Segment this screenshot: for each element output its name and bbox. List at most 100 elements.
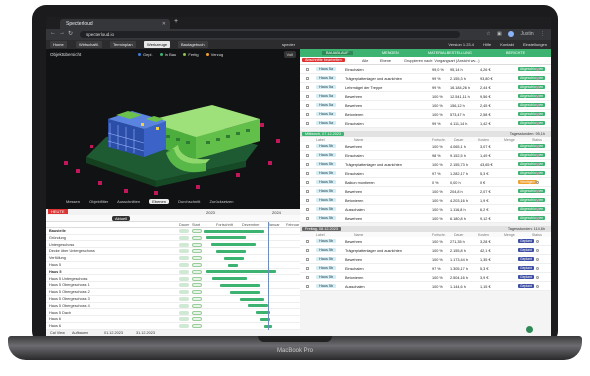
table-row[interactable]: Haus 5a Bewehren 100 % 156,12 h 2,45 € Abgesc… — [300, 101, 551, 110]
section-tool[interactable]: Durchschnitt — [178, 199, 200, 204]
status-badge[interactable]: Abgeschlossen — [518, 121, 545, 125]
gantt-row[interactable]: Haus 6 — [46, 316, 300, 323]
row-checkbox[interactable] — [306, 181, 309, 184]
url-input[interactable]: specterloud.io — [80, 31, 460, 38]
table-row[interactable]: Haus 5b Bewehren 100 % 1.173,44 h 1,35 € Gepl… — [300, 255, 551, 264]
status-badge[interactable]: Abgeschlossen — [518, 198, 545, 202]
close-icon[interactable]: ✕ — [162, 21, 166, 27]
table-row[interactable]: Haus 5a Trägerplattenlager und ausrichten… — [300, 74, 551, 83]
row-radio[interactable] — [536, 217, 539, 220]
today-button[interactable]: HEUTE — [48, 209, 68, 214]
table-row[interactable]: Haus 5b Betonieren 100 % 2.504,16 h 3,9 € Gep… — [300, 273, 551, 282]
reset-tool[interactable]: Zurücksetzen — [209, 199, 233, 204]
table-row[interactable]: Haus 5b Einschalen 98 % 9.152,5 h 1,49 € Abge… — [300, 151, 551, 160]
row-checkbox[interactable] — [306, 258, 309, 261]
status-badge[interactable]: Abgeschlossen — [518, 216, 545, 220]
row-radio[interactable] — [536, 172, 539, 175]
tab-materialbestellung[interactable]: MATERIALBESTELLUNG — [428, 51, 472, 55]
status-badge[interactable]: Geplant — [518, 266, 534, 270]
current-filter-button[interactable]: Aktuell — [112, 216, 131, 221]
table-row[interactable]: Haus 5a Einschalen 99,0 % 95,14 h 4,26 € Abge… — [300, 65, 551, 74]
gantt-row[interactable]: Haus 5 Obergeschoss 2 — [46, 289, 300, 296]
row-checkbox[interactable] — [306, 86, 309, 89]
menu-icon[interactable]: ⋮ — [540, 31, 545, 37]
table-row[interactable]: Haus 5b Bewehren 100 % 204,8 h 2,07 € Abgesch… — [300, 187, 551, 196]
row-checkbox[interactable] — [306, 240, 309, 243]
gantt-row[interactable]: Decke über Untergeschoss — [46, 248, 300, 255]
filter-level[interactable]: Ebene — [380, 59, 391, 63]
row-radio[interactable] — [536, 190, 539, 193]
gantt-row[interactable]: Haus 6 — [46, 323, 300, 330]
gantt-row[interactable]: Haus 5 — [46, 269, 300, 276]
table-row[interactable]: Haus 5b Einschalen 97 % 1.282,17 h 5,3 € Abge… — [300, 169, 551, 178]
new-tab-icon[interactable]: + — [174, 18, 178, 25]
status-badge[interactable]: Abgeschlossen — [518, 94, 545, 98]
row-radio[interactable] — [536, 208, 539, 211]
row-checkbox[interactable] — [306, 104, 309, 107]
row-checkbox[interactable] — [306, 172, 309, 175]
row-checkbox[interactable] — [306, 163, 309, 166]
gantt-row[interactable]: Gründung — [46, 235, 300, 242]
gantt-row[interactable]: Haus 5 Untergeschoss — [46, 276, 300, 283]
row-radio[interactable] — [536, 285, 539, 288]
table-row[interactable]: Haus 5b Einschalen 97 % 1.305,17 h 5,3 € Gepl… — [300, 264, 551, 273]
gantt-bar[interactable] — [206, 236, 246, 240]
gantt-bar[interactable] — [216, 249, 246, 253]
gantt-bar[interactable] — [228, 263, 238, 267]
measure-tool[interactable]: Messen — [66, 199, 80, 204]
row-radio[interactable] — [536, 276, 539, 279]
avatar[interactable] — [508, 31, 515, 37]
row-checkbox[interactable] — [306, 267, 309, 270]
gantt-bar[interactable] — [211, 243, 256, 247]
gantt-bar[interactable] — [220, 283, 260, 287]
status-badge[interactable]: Verzögert — [518, 180, 537, 184]
toolbar-button-terminplan[interactable]: Terminplan — [110, 41, 136, 48]
status-badge[interactable]: Abgeschlossen — [518, 67, 545, 71]
table-row[interactable]: Haus 5b Ausschalen 100 % 1.116,8 h 6,2 € Abge… — [300, 205, 551, 214]
toolbar-button-bautagebuch[interactable]: Bautagebuch — [178, 41, 208, 48]
status-badge[interactable]: Geplant — [518, 275, 534, 279]
reload-icon[interactable]: ↻ — [68, 30, 73, 37]
gantt-row[interactable]: Baustelle — [46, 228, 300, 235]
tab-bauablauf[interactable]: BAUABLAUF — [322, 51, 353, 55]
row-checkbox[interactable] — [306, 145, 309, 148]
status-badge[interactable]: Abgeschlossen — [518, 112, 545, 116]
table-row[interactable]: Haus 5a Bewehren 100 % 12.541,11 h 9,56 € Abg… — [300, 92, 551, 101]
cal-view-button[interactable]: Cal View — [50, 331, 65, 335]
status-badge[interactable]: Abgeschlossen — [518, 85, 545, 89]
object-filter-tool[interactable]: Objektfilter — [89, 199, 108, 204]
clip-tool[interactable]: Ausschnitten — [117, 199, 140, 204]
group-by-select[interactable]: Gruppieren nach: Vorgangsart (Ansicht wv… — [404, 59, 479, 63]
row-radio[interactable] — [536, 86, 539, 89]
status-badge[interactable]: Abgeschlossen — [518, 162, 545, 166]
row-checkbox[interactable] — [306, 190, 309, 193]
row-checkbox[interactable] — [306, 113, 309, 116]
table-row[interactable]: Haus 5b Ausschalen 100 % 1.144,6 h 1,15 € Gep… — [300, 282, 551, 291]
gantt-row[interactable]: Untergeschoss — [46, 242, 300, 249]
gantt-row[interactable]: Haus 5 Dach — [46, 310, 300, 317]
row-radio[interactable] — [536, 267, 539, 270]
row-checkbox[interactable] — [306, 77, 309, 80]
gantt-bar[interactable] — [212, 277, 247, 281]
gantt-bar[interactable] — [230, 290, 260, 294]
status-badge[interactable]: Abgeschlossen — [518, 153, 545, 157]
status-badge[interactable]: Geplant — [518, 248, 534, 252]
toolbar-button-home[interactable]: Home — [50, 41, 67, 48]
row-checkbox[interactable] — [306, 154, 309, 157]
gantt-row[interactable]: Haus 5 Obergeschoss 4 — [46, 303, 300, 310]
row-checkbox[interactable] — [306, 285, 309, 288]
table-row[interactable]: Haus 5a Einschalen 99 % 4.111,14 h 1,42 € Abg… — [300, 119, 551, 128]
row-checkbox[interactable] — [306, 276, 309, 279]
toolbar-button-werkzeuge[interactable]: Werkzeuge — [144, 41, 171, 48]
build-button[interactable]: Aufbauen — [72, 331, 88, 335]
row-radio[interactable] — [536, 68, 539, 71]
extensions-icon[interactable]: ▣ — [497, 31, 502, 37]
table-row[interactable]: Haus 5b Bewehren 100 % 4.065,1 h 3,07 € Abges… — [300, 142, 551, 151]
table-row[interactable]: Haus 5b Balkon montieren 0 % 0,00 h 0 € Verzö… — [300, 178, 551, 187]
row-checkbox[interactable] — [306, 208, 309, 211]
table-row[interactable]: Haus 5a Lehrmägel der Treppe 99 % 16.184,26… — [300, 83, 551, 92]
table-row[interactable]: Haus 5b Trägerplattenlager und ausrichten… — [300, 246, 551, 255]
star-icon[interactable]: ☆ — [486, 31, 490, 37]
contact-link[interactable]: Kontakt — [500, 42, 514, 47]
status-badge[interactable]: Geplant — [518, 284, 534, 288]
